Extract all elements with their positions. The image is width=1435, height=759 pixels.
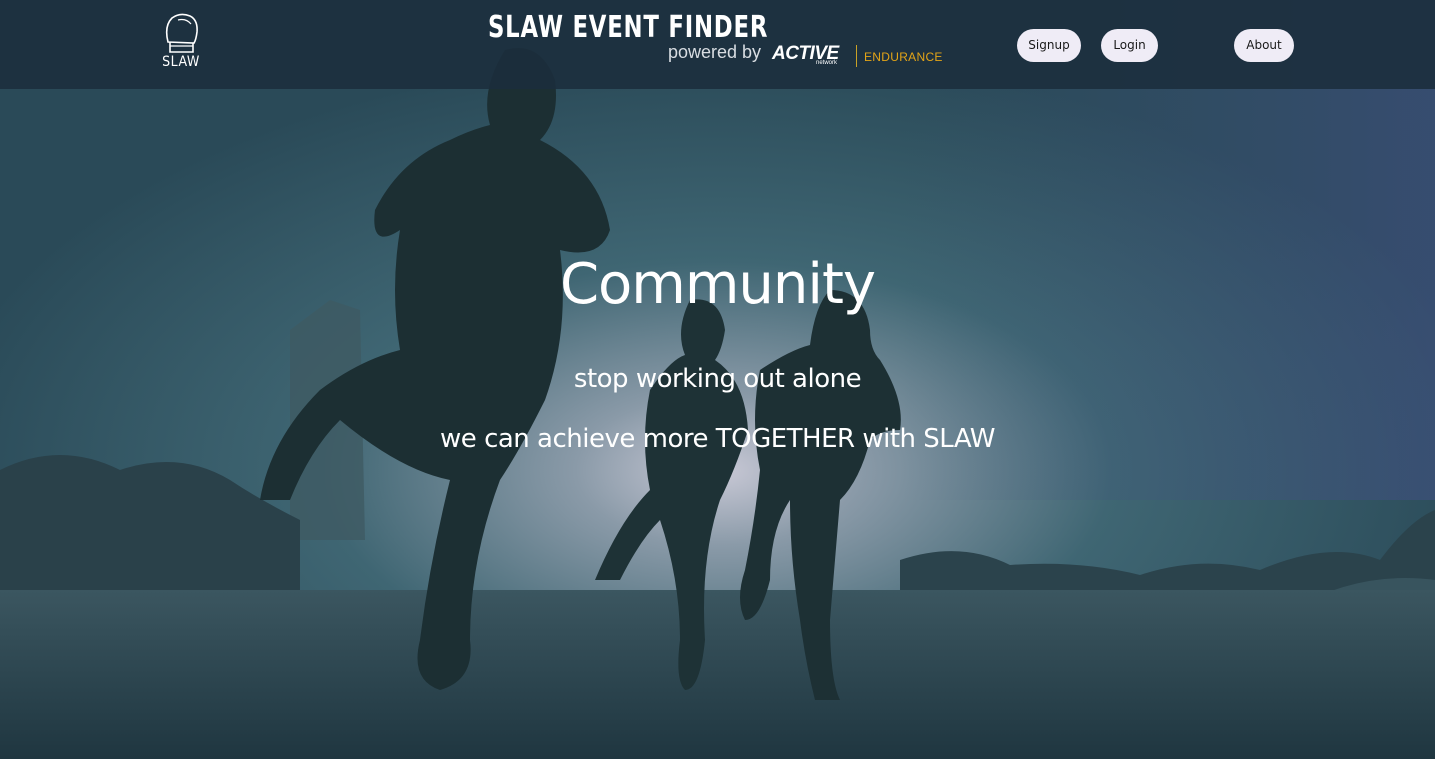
about-button[interactable]: About <box>1234 29 1294 62</box>
slaw-logo[interactable]: SLAW <box>158 12 204 74</box>
logo-text: SLAW <box>162 54 200 70</box>
hero-title: Community <box>559 252 876 317</box>
endurance-label: ENDURANCE <box>864 50 943 64</box>
landing-page: SLAW SLAW EVENT FINDER powered by ACTIVE… <box>0 0 1435 759</box>
brand-title: SLAW EVENT FINDER <box>488 10 769 45</box>
brand-banner: SLAW EVENT FINDER powered by ACTIVE netw… <box>488 10 948 70</box>
top-navigation-bar: SLAW SLAW EVENT FINDER powered by ACTIVE… <box>0 0 1435 89</box>
boxing-glove-icon <box>165 13 198 53</box>
brand-divider <box>856 45 857 67</box>
hero-tagline: stop working out alone <box>573 364 862 394</box>
active-network-sub: network <box>816 60 838 66</box>
signup-button[interactable]: Signup <box>1017 29 1081 62</box>
login-button[interactable]: Login <box>1101 29 1158 62</box>
hero-subtagline: we can achieve more TOGETHER with SLAW <box>440 424 995 454</box>
brand-powered-by: powered by <box>668 42 762 62</box>
